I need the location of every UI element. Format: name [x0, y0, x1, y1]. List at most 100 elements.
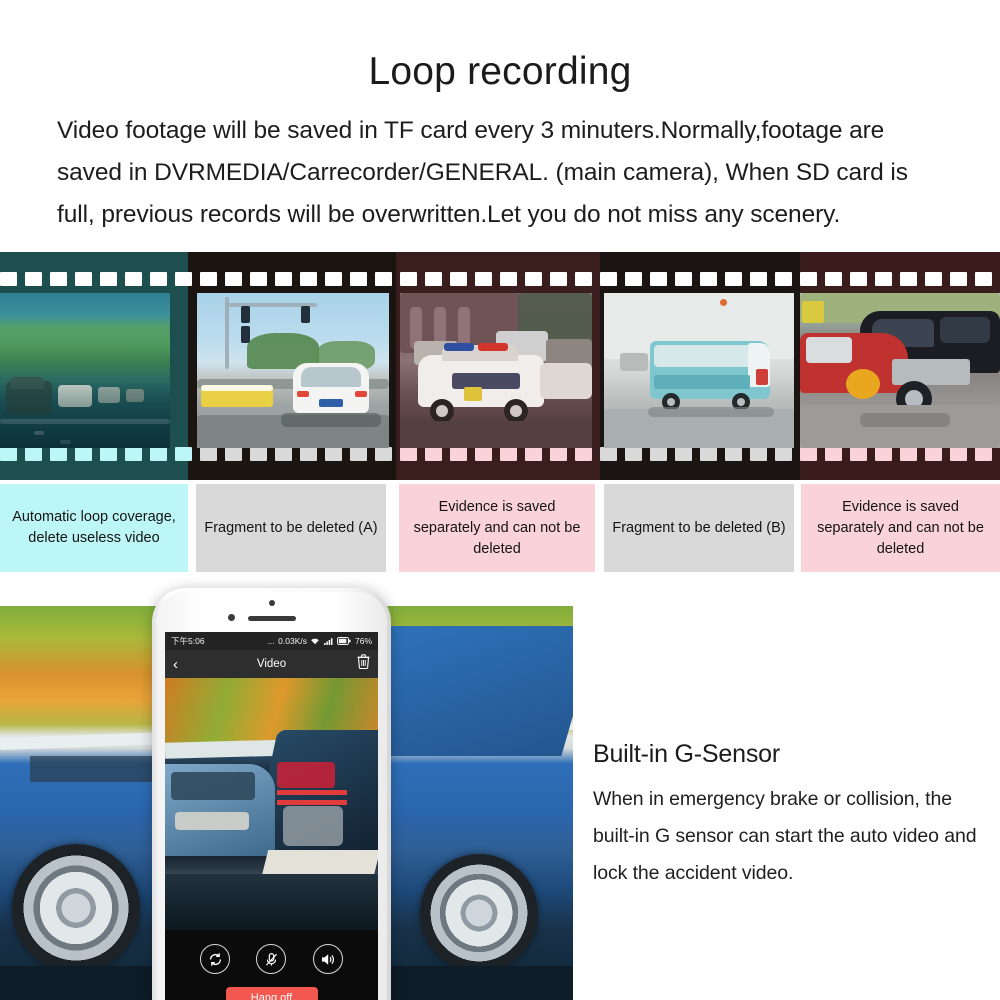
sprocket-hole — [225, 272, 242, 286]
call-controls-row — [165, 944, 378, 974]
sprocket-hole — [900, 447, 917, 461]
sprocket-hole — [200, 272, 217, 286]
sprocket-hole — [500, 272, 517, 286]
sprocket-hole — [250, 447, 267, 461]
intro-paragraph: Video footage will be saved in TF card e… — [57, 117, 908, 228]
sprocket-hole — [900, 272, 917, 286]
sprocket-hole — [100, 272, 117, 286]
header-section: Loop recording Video footage will be sav… — [0, 0, 1000, 240]
screen-title: Video — [256, 658, 287, 670]
sprocket-hole — [125, 447, 142, 461]
phone-front-camera-icon — [268, 600, 275, 606]
status-bar: 下午5:06 ... 0.03K/s 76% — [165, 632, 378, 650]
sprocket-hole — [275, 272, 292, 286]
film-frame-crash[interactable] — [800, 293, 1000, 448]
sprocket-hole — [475, 272, 492, 286]
sprocket-hole — [525, 272, 542, 286]
caption-text: Evidence is saved separately and can not… — [817, 498, 984, 557]
sprocket-hole — [300, 447, 317, 461]
sprocket-hole — [350, 447, 367, 461]
sprocket-hole — [800, 447, 817, 461]
film-frame-bus[interactable] — [604, 293, 794, 448]
sprocket-hole — [425, 272, 442, 286]
phone-screen: 下午5:06 ... 0.03K/s 76% ‹ Video Hang off — [165, 632, 378, 1000]
sprocket-hole — [600, 447, 617, 461]
sprocket-hole — [75, 447, 92, 461]
sprocket-hole — [600, 272, 617, 286]
sprocket-hole — [550, 447, 567, 461]
sprocket-hole — [50, 272, 67, 286]
status-battery-percent: 76% — [354, 636, 372, 646]
sprocket-hole — [850, 447, 867, 461]
video-playback-view[interactable] — [165, 678, 378, 930]
sprocket-hole — [275, 447, 292, 461]
sprocket-hole — [475, 447, 492, 461]
back-chevron-icon[interactable]: ‹ — [173, 657, 178, 672]
sprocket-hole — [850, 272, 867, 286]
sprocket-hole — [175, 272, 192, 286]
page-title: Loop recording — [368, 50, 632, 93]
sprocket-hole — [175, 447, 192, 461]
sprocket-hole — [750, 447, 767, 461]
sprocket-hole — [0, 447, 17, 461]
film-frame-sedan[interactable] — [197, 293, 389, 448]
sprocket-hole — [300, 272, 317, 286]
hang-off-button[interactable]: Hang off — [225, 987, 318, 1000]
status-time: 下午5:06 — [171, 636, 205, 646]
caption-strip: Automatic loop coverage, delete useless … — [0, 484, 1000, 574]
sprocket-hole — [400, 272, 417, 286]
sprocket-hole — [775, 272, 792, 286]
sprocket-hole — [650, 272, 667, 286]
cellular-signal-icon — [323, 637, 334, 645]
sprocket-hole — [375, 272, 392, 286]
sprocket-hole — [950, 447, 967, 461]
film-frame-highway[interactable] — [0, 293, 170, 448]
sprocket-hole — [150, 447, 167, 461]
sprocket-hole — [375, 447, 392, 461]
sprocket-hole — [675, 272, 692, 286]
frame-bus-image — [604, 293, 794, 448]
sprocket-hole — [100, 447, 117, 461]
sprocket-hole — [725, 272, 742, 286]
gsensor-body: When in emergency brake or collision, th… — [593, 788, 977, 884]
trash-icon[interactable] — [357, 654, 370, 674]
filmstrip — [0, 252, 1000, 480]
sprocket-hole — [875, 272, 892, 286]
sprocket-hole — [0, 272, 17, 286]
sprocket-hole — [200, 447, 217, 461]
sprocket-hole — [150, 272, 167, 286]
sprocket-hole — [875, 447, 892, 461]
sprocket-row-bottom — [0, 447, 1000, 461]
caption-text: Automatic loop coverage, delete useless … — [12, 509, 176, 546]
sprocket-hole — [925, 272, 942, 286]
phone-earpiece-icon — [248, 616, 296, 621]
caption-box: Fragment to be deleted (B) — [604, 484, 794, 572]
sprocket-hole — [800, 272, 817, 286]
sprocket-row-top — [0, 272, 1000, 286]
gsensor-text-block: Built-in G-Sensor When in emergency brak… — [593, 740, 983, 892]
switch-camera-icon[interactable] — [200, 944, 231, 974]
app-title-bar: ‹ Video — [165, 650, 378, 678]
sprocket-hole — [325, 272, 342, 286]
caption-box: Evidence is saved separately and can not… — [801, 484, 1000, 572]
sprocket-hole — [575, 447, 592, 461]
sprocket-hole — [25, 447, 42, 461]
sprocket-hole — [325, 447, 342, 461]
sprocket-hole — [350, 272, 367, 286]
status-indicators: ... 0.03K/s 76% — [268, 636, 372, 646]
speaker-icon[interactable] — [312, 944, 343, 974]
sprocket-hole — [950, 272, 967, 286]
sprocket-hole — [550, 272, 567, 286]
wifi-icon — [310, 637, 320, 645]
sprocket-hole — [500, 447, 517, 461]
microphone-muted-icon[interactable] — [256, 944, 287, 974]
sprocket-hole — [700, 272, 717, 286]
sprocket-hole — [625, 272, 642, 286]
frame-highway-image — [0, 293, 170, 448]
status-dots: ... — [267, 636, 275, 646]
gsensor-title: Built-in G-Sensor — [593, 740, 780, 768]
sprocket-hole — [675, 447, 692, 461]
sprocket-hole — [700, 447, 717, 461]
film-frame-police[interactable] — [400, 293, 592, 448]
caption-box: Evidence is saved separately and can not… — [399, 484, 595, 572]
